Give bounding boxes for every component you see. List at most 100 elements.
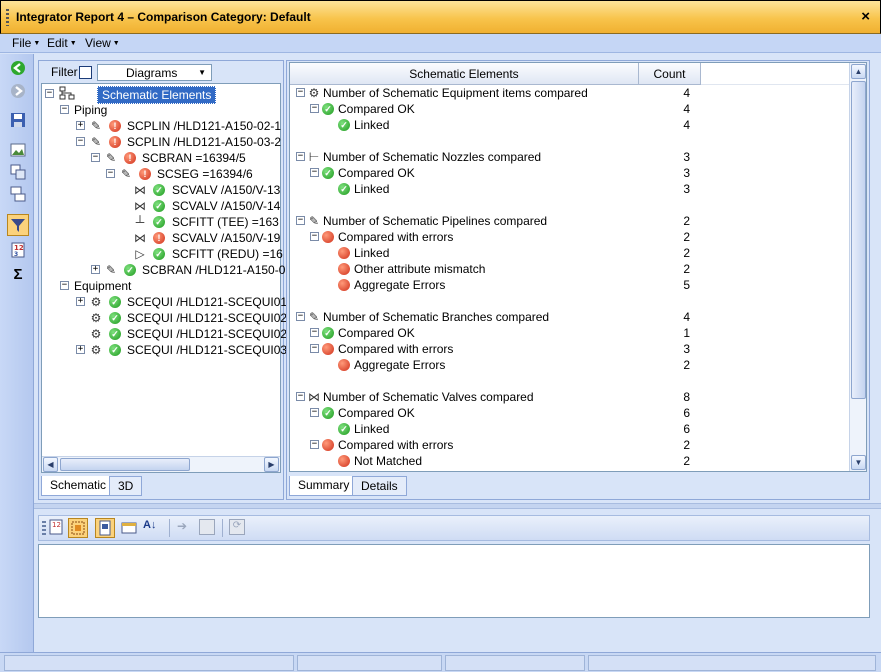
branch-icon: ✎ bbox=[105, 263, 117, 277]
error-icon bbox=[322, 231, 334, 243]
forward-icon[interactable] bbox=[9, 82, 27, 100]
grip-icon[interactable] bbox=[6, 9, 9, 26]
collapse-icon[interactable]: − bbox=[310, 168, 319, 177]
sort-icon[interactable]: 12 3 bbox=[9, 241, 27, 259]
refresh-icon[interactable]: ⟳ bbox=[229, 519, 245, 535]
sort-icon[interactable]: 12 bbox=[48, 519, 66, 537]
scroll-right-icon[interactable]: ▶ bbox=[264, 457, 279, 472]
tab-summary[interactable]: Summary bbox=[289, 476, 359, 496]
branch-icon: ✎ bbox=[308, 310, 320, 324]
expand-icon[interactable]: + bbox=[91, 265, 100, 274]
ok-icon: ✓ bbox=[124, 264, 136, 276]
summary-row[interactable]: − Compared with errors 2 bbox=[290, 229, 710, 245]
summary-group-row[interactable]: − ⋈ Number of Schematic Valves compared 8 bbox=[290, 389, 710, 405]
filter-checkbox[interactable] bbox=[79, 66, 92, 79]
summary-group-row[interactable]: − ⚙ Number of Schematic Equipment items co… bbox=[290, 85, 710, 101]
export-icon[interactable] bbox=[199, 519, 215, 535]
splitter[interactable] bbox=[34, 503, 881, 509]
output-pane[interactable] bbox=[38, 544, 870, 618]
summary-row-label: Number of Schematic Valves compared bbox=[323, 390, 534, 404]
collapse-icon[interactable]: − bbox=[310, 344, 319, 353]
collapse-icon[interactable]: − bbox=[296, 88, 305, 97]
scroll-up-icon[interactable]: ▲ bbox=[851, 64, 866, 79]
menu-file[interactable]: File ▼ bbox=[12, 36, 40, 50]
image-icon[interactable] bbox=[9, 141, 27, 159]
summary-row-label: Aggregate Errors bbox=[354, 358, 446, 372]
branch-icon: ✎ bbox=[105, 151, 117, 165]
properties-icon[interactable] bbox=[121, 519, 139, 537]
collapse-icon[interactable]: − bbox=[310, 328, 319, 337]
collapse-icon[interactable]: − bbox=[60, 105, 69, 114]
tab-3d[interactable]: 3D bbox=[109, 476, 143, 496]
close-icon[interactable]: × bbox=[861, 8, 870, 25]
tree-hscroll-thumb[interactable] bbox=[60, 458, 190, 471]
summary-row[interactable]: − Compared with errors 3 bbox=[290, 341, 710, 357]
tree-hscrollbar[interactable]: ◀ ▶ bbox=[42, 456, 280, 472]
filter-label: Filter bbox=[51, 65, 78, 79]
scroll-down-icon[interactable]: ▼ bbox=[851, 455, 866, 470]
error-icon bbox=[338, 247, 350, 259]
menu-view[interactable]: View ▼ bbox=[85, 36, 120, 50]
summary-row[interactable]: ✓ Linked 6 bbox=[290, 421, 710, 437]
column-header-count[interactable]: Count bbox=[639, 63, 701, 85]
layers-icon[interactable] bbox=[9, 185, 27, 203]
summary-group-row[interactable]: − ⊢ Number of Schematic Nozzles compared 3 bbox=[290, 149, 710, 165]
summary-row[interactable]: ✓ Linked 3 bbox=[290, 181, 710, 197]
diagrams-dropdown[interactable]: Diagrams ▼ bbox=[97, 64, 212, 81]
diagram-icon[interactable] bbox=[9, 163, 27, 181]
collapse-icon[interactable]: − bbox=[296, 392, 305, 401]
grid-select-icon[interactable] bbox=[68, 518, 88, 538]
toolbar-grip-icon[interactable] bbox=[42, 521, 46, 537]
collapse-icon[interactable]: − bbox=[310, 104, 319, 113]
summary-group-row[interactable]: − ✎ Number of Schematic Branches compared 4 bbox=[290, 309, 710, 325]
summary-vscroll-thumb[interactable] bbox=[851, 81, 866, 399]
caret-down-icon: ▼ bbox=[112, 40, 120, 47]
summary-row[interactable]: Aggregate Errors 2 bbox=[290, 357, 710, 373]
tree-view[interactable]: − Schematic Elements − Piping + ✎ ! SCPL… bbox=[41, 83, 287, 473]
page-icon[interactable] bbox=[95, 518, 115, 538]
collapse-icon[interactable]: − bbox=[296, 152, 305, 161]
collapse-icon[interactable]: − bbox=[296, 312, 305, 321]
summary-row[interactable]: Linked 2 bbox=[290, 245, 710, 261]
collapse-icon[interactable]: − bbox=[45, 89, 54, 98]
summary-row[interactable]: − ✓ Compared OK 1 bbox=[290, 325, 710, 341]
summary-row[interactable]: − ✓ Compared OK 4 bbox=[290, 101, 710, 117]
error-icon bbox=[338, 359, 350, 371]
filter-icon[interactable] bbox=[7, 214, 29, 236]
tab-details[interactable]: Details bbox=[352, 476, 407, 496]
expand-icon[interactable]: + bbox=[76, 345, 85, 354]
summary-row[interactable]: Not Matched 2 bbox=[290, 453, 710, 469]
collapse-icon[interactable]: − bbox=[310, 408, 319, 417]
scroll-left-icon[interactable]: ◀ bbox=[43, 457, 58, 472]
collapse-icon[interactable]: − bbox=[91, 153, 100, 162]
summary-row[interactable]: Other attribute mismatch 2 bbox=[290, 261, 710, 277]
back-icon[interactable] bbox=[9, 59, 27, 77]
sigma-icon[interactable]: Σ bbox=[9, 265, 27, 283]
save-icon[interactable] bbox=[9, 111, 27, 129]
summary-row[interactable]: ✓ Linked 4 bbox=[290, 117, 710, 133]
summary-row[interactable]: − ✓ Compared OK 3 bbox=[290, 165, 710, 181]
summary-group-row[interactable]: − ✎ Number of Schematic Pipelines compared… bbox=[290, 213, 710, 229]
sort-az-icon[interactable]: A↓ bbox=[143, 519, 165, 537]
summary-row[interactable]: − ✓ Compared OK 6 bbox=[290, 405, 710, 421]
collapse-icon[interactable]: − bbox=[310, 440, 319, 449]
collapse-icon[interactable]: − bbox=[296, 216, 305, 225]
summary-row[interactable]: − Compared with errors 2 bbox=[290, 437, 710, 453]
ok-icon: ✓ bbox=[109, 328, 121, 340]
column-header-elements[interactable]: Schematic Elements bbox=[290, 63, 639, 85]
expand-icon[interactable]: + bbox=[76, 121, 85, 130]
svg-text:12: 12 bbox=[52, 521, 61, 529]
summary-vscrollbar[interactable]: ▲ ▼ bbox=[849, 63, 866, 471]
summary-grid[interactable]: Schematic Elements Count − ⚙ Number of Sch… bbox=[289, 62, 867, 472]
tab-schematic[interactable]: Schematic bbox=[41, 476, 116, 496]
collapse-icon[interactable]: − bbox=[106, 169, 115, 178]
expand-icon[interactable]: + bbox=[76, 297, 85, 306]
collapse-icon[interactable]: − bbox=[310, 232, 319, 241]
summary-row[interactable]: Aggregate Errors 5 bbox=[290, 277, 710, 293]
equipment-icon: ⚙ bbox=[90, 311, 102, 325]
menu-edit[interactable]: Edit ▼ bbox=[47, 36, 77, 50]
tee-icon: ┴ bbox=[135, 215, 145, 229]
collapse-icon[interactable]: − bbox=[60, 281, 69, 290]
arrow-right-icon[interactable]: ➔ bbox=[177, 519, 187, 533]
collapse-icon[interactable]: − bbox=[76, 137, 85, 146]
